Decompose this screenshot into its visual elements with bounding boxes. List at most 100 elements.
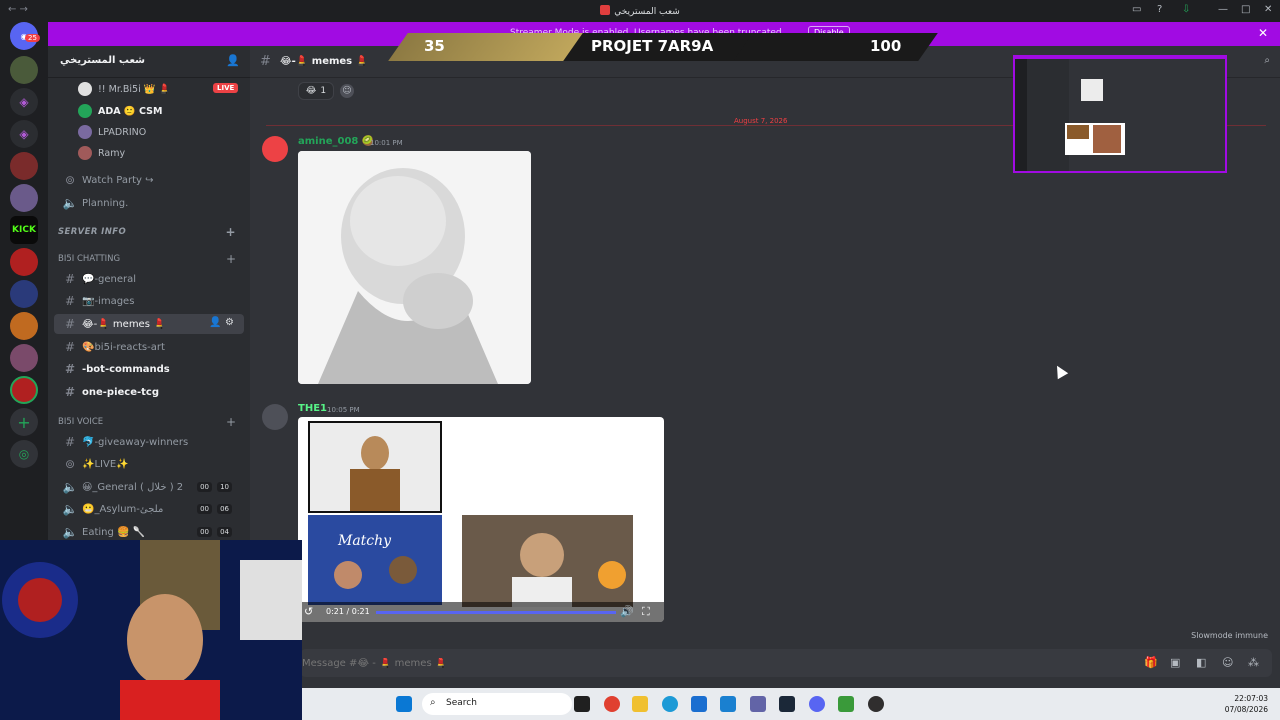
avatar [78, 146, 92, 160]
system-clock[interactable]: 22:07:03 07/08/2026 [1225, 693, 1268, 715]
server-icon[interactable] [10, 248, 38, 276]
speaker-icon: 🔈 [62, 196, 78, 210]
search-icon: ⌕ [430, 697, 436, 708]
outlook-icon[interactable] [720, 696, 736, 712]
speaker-icon: 🔈 [62, 480, 78, 494]
sticker-icon[interactable]: ◧ [1196, 656, 1206, 669]
search-icon[interactable]: ⌕ [1264, 55, 1270, 66]
channel-bot-commands[interactable]: # -bot-commands [54, 359, 244, 379]
close-icon[interactable]: ✕ [1258, 26, 1268, 40]
avatar[interactable] [262, 404, 288, 430]
replay-icon[interactable]: ↺ [304, 605, 313, 618]
screen-share-preview[interactable] [1013, 55, 1227, 173]
obs-icon[interactable] [868, 696, 884, 712]
channel-eating[interactable]: 🔈 Eating 🍔 🥄 00 04 [54, 522, 244, 542]
channel-memes[interactable]: # 😂-💄 memes 💄 👤 ⚙ [54, 314, 244, 334]
avatar[interactable] [262, 136, 288, 162]
channel-live[interactable]: ⊚ ✨LIVE✨ [54, 454, 244, 474]
video-thumbnail [308, 421, 442, 513]
meme-image[interactable] [298, 151, 531, 384]
video-thumbnail: Matchy [308, 515, 442, 605]
discord-icon[interactable] [809, 696, 825, 712]
channel-one-piece-tcg[interactable]: # one-piece-tcg [54, 382, 244, 402]
teams-icon[interactable] [750, 696, 766, 712]
message-input[interactable] [300, 649, 1120, 677]
message-timestamp: 10:01 PM [370, 139, 403, 147]
voice-user[interactable]: ADA 🙂 CSM [78, 101, 162, 121]
edge-icon[interactable] [662, 696, 678, 712]
steam-icon[interactable] [779, 696, 795, 712]
channel-general-voice[interactable]: 🔈 😀_General ( خلال ) 2 00 10 [54, 477, 244, 497]
add-channel-icon[interactable]: + [226, 225, 236, 239]
video-progress-bar[interactable] [376, 611, 616, 614]
emoji-icon[interactable]: ☺ [1222, 656, 1233, 669]
reaction-chip[interactable]: 😂 1 [298, 82, 334, 100]
message-timestamp: 10:05 PM [327, 406, 360, 414]
broadcast-icon: ⊚ [64, 173, 76, 187]
add-channel-icon[interactable]: + [226, 415, 236, 429]
server-kick[interactable]: KICK [10, 216, 38, 244]
fullscreen-icon[interactable]: ⛶ [642, 605, 650, 619]
download-icon[interactable]: ⇩ [1182, 4, 1190, 15]
channel-images[interactable]: # 📷-images [54, 291, 244, 311]
server-icon[interactable] [10, 312, 38, 340]
discover-icon[interactable]: ◎ [10, 440, 38, 468]
mouse-cursor-icon [1051, 362, 1069, 380]
channel-reacts-art[interactable]: # 🎨bi5i-reacts-art [54, 337, 244, 357]
server-icon[interactable] [10, 280, 38, 308]
video-thumbnail [462, 515, 633, 607]
category-server-info[interactable]: SERVER INFO + [58, 225, 244, 241]
video-attachment[interactable]: Matchy ↺ 0:21 / 0:21 🔊 ⛶ [298, 417, 664, 622]
hash-icon: # [64, 272, 76, 286]
gif-icon[interactable]: ▣ [1170, 656, 1180, 669]
server-icon[interactable]: ◈ [10, 120, 38, 148]
server-icon[interactable] [10, 344, 38, 372]
inbox-icon[interactable]: ▭ [1132, 4, 1141, 15]
server-name: شعب المستريخي [60, 55, 145, 66]
close-window-icon[interactable]: ✕ [1264, 4, 1272, 15]
channel-asylum[interactable]: 🔈 😬_Asylum-ملجئ 00 06 [54, 499, 244, 519]
apps-icon[interactable]: ⁂ [1248, 656, 1259, 669]
volume-icon[interactable]: 🔊 [620, 605, 634, 618]
minimize-icon[interactable]: — [1218, 4, 1228, 15]
channel-settings-icon[interactable]: 👤 ⚙ [209, 317, 234, 328]
category-voice[interactable]: BI5I VOICE + [58, 415, 244, 431]
hash-icon: # [64, 340, 76, 354]
maximize-icon[interactable]: □ [1241, 4, 1250, 15]
app-icon[interactable] [838, 696, 854, 712]
user-limit: 06 [217, 504, 232, 514]
avatar [78, 104, 92, 118]
message-author[interactable]: THE1 [298, 403, 327, 414]
chrome-icon[interactable] [604, 696, 620, 712]
voice-user[interactable]: Ramy [78, 143, 125, 163]
voice-user[interactable]: LPADRINO [78, 122, 146, 142]
channel-planning[interactable]: 🔈 Planning. [54, 193, 244, 213]
server-icon[interactable] [10, 152, 38, 180]
add-reaction-icon[interactable]: ☺ [340, 84, 354, 98]
channel-giveaway-winners[interactable]: # 🐬-giveaway-winners [54, 432, 244, 452]
invite-icon[interactable]: 👤 [226, 54, 240, 67]
add-server-icon[interactable]: + [10, 408, 38, 436]
server-icon[interactable]: ◈ [10, 88, 38, 116]
server-header[interactable]: شعب المستريخي 👤 [48, 46, 250, 78]
channel-watch-party[interactable]: ⊚ Watch Party ↪ [54, 170, 244, 190]
avatar [78, 125, 92, 139]
add-channel-icon[interactable]: + [226, 252, 236, 266]
speaker-icon: 🔈 [62, 502, 78, 516]
channel-general[interactable]: # 💬-general [54, 269, 244, 289]
help-icon[interactable]: ? [1157, 4, 1162, 15]
task-view-icon[interactable] [574, 696, 590, 712]
server-icon[interactable] [10, 184, 38, 212]
store-icon[interactable] [691, 696, 707, 712]
category-chatting[interactable]: BI5I CHATTING + [58, 252, 244, 268]
taskbar-search[interactable]: ⌕ Search [422, 693, 572, 715]
channel-title: 😂-💄 memes 💄 [280, 56, 369, 67]
message-author[interactable]: amine_008 🥝 [298, 136, 374, 147]
start-icon[interactable] [396, 696, 412, 712]
server-icon[interactable] [10, 56, 38, 84]
hash-icon: # [64, 294, 76, 308]
file-explorer-icon[interactable] [632, 696, 648, 712]
gift-icon[interactable]: 🎁 [1144, 656, 1158, 669]
server-icon-active[interactable] [10, 376, 38, 404]
voice-user[interactable]: !! Mr.Bi5i 👑 💄 [78, 79, 170, 99]
